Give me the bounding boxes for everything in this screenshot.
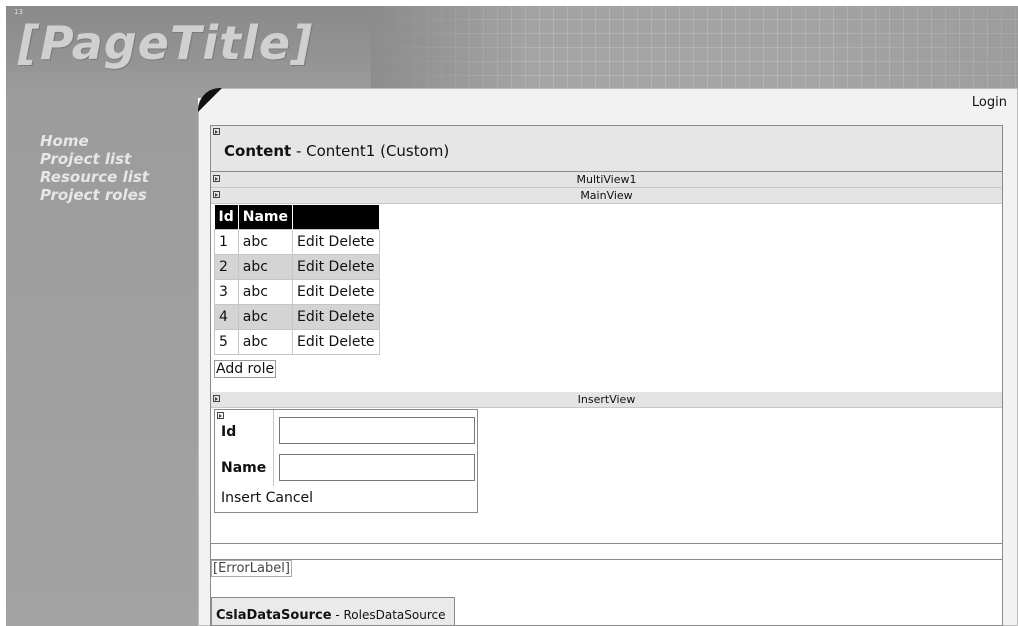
table-row: 5 abc Edit Delete <box>214 328 380 355</box>
nav-item-home[interactable]: Home <box>40 132 149 150</box>
cell-name: abc <box>237 228 293 255</box>
content-placeholder: Content - Content1 (Custom) MultiView1 M… <box>210 125 1003 626</box>
cell-name: abc <box>237 253 293 280</box>
grid-header-id[interactable]: Id <box>214 205 239 229</box>
divider <box>211 559 1002 560</box>
table-row: 4 abc Edit Delete <box>214 303 380 330</box>
mainview-bar: MainView <box>211 188 1002 204</box>
id-field[interactable] <box>279 417 475 444</box>
grid-header-name[interactable]: Name <box>238 205 293 229</box>
id-label: Id <box>221 424 237 440</box>
cell-actions[interactable]: Edit Delete <box>291 328 380 355</box>
content-header: Content - Content1 (Custom) <box>211 126 1002 172</box>
header-marker-icon: 13 <box>14 8 23 16</box>
error-label: [ErrorLabel] <box>211 560 292 577</box>
add-role-link[interactable]: Add role <box>214 360 277 378</box>
cell-id: 4 <box>214 303 239 330</box>
cell-actions[interactable]: Edit Delete <box>291 228 380 255</box>
insertview-label: InsertView <box>577 393 636 406</box>
insert-cancel-links[interactable]: Insert Cancel <box>221 490 313 506</box>
name-field[interactable] <box>279 454 475 481</box>
insertview-area: Id Name Insert Cancel <box>211 408 1002 528</box>
mainview-area: Id Name 1 abc Edit Delete 2 abc Edit Del… <box>211 204 1002 392</box>
form-divider <box>273 410 274 486</box>
divider <box>211 543 1002 544</box>
smart-tag-icon[interactable] <box>213 128 220 135</box>
insertview-bar: InsertView <box>211 392 1002 408</box>
nav-item-project-list[interactable]: Project list <box>40 150 149 168</box>
table-row: 3 abc Edit Delete <box>214 278 380 305</box>
roles-grid: Id Name 1 abc Edit Delete 2 abc Edit Del… <box>214 205 380 355</box>
mainview-label: MainView <box>580 189 633 202</box>
datasource-keyword: CslaDataSource <box>216 608 332 623</box>
insertview-smart-tag-icon[interactable] <box>213 395 220 402</box>
multiview-bar: MultiView1 <box>211 172 1002 188</box>
cell-id: 3 <box>214 278 239 305</box>
left-nav: Home Project list Resource list Project … <box>6 98 198 626</box>
nav-item-project-roles[interactable]: Project roles <box>40 186 149 204</box>
datasource-name: - RolesDataSource <box>331 608 446 622</box>
cell-id: 2 <box>214 253 239 280</box>
cell-id: 5 <box>214 328 239 355</box>
cell-actions[interactable]: Edit Delete <box>291 278 380 305</box>
content-label: Content - Content1 (Custom) <box>224 142 449 160</box>
csla-datasource[interactable]: CslaDataSource - RolesDataSource <box>211 597 455 626</box>
mainview-smart-tag-icon[interactable] <box>213 191 220 198</box>
nav-list: Home Project list Resource list Project … <box>40 132 149 204</box>
page-title: [PageTitle] <box>18 16 314 70</box>
table-row: 2 abc Edit Delete <box>214 253 380 280</box>
table-row: 1 abc Edit Delete <box>214 228 380 255</box>
grid-header-row: Id Name <box>214 205 380 229</box>
multiview-smart-tag-icon[interactable] <box>213 175 220 182</box>
cell-actions[interactable]: Edit Delete <box>291 253 380 280</box>
content-name: - Content1 (Custom) <box>291 142 450 160</box>
cell-name: abc <box>237 278 293 305</box>
cell-name: abc <box>237 328 293 355</box>
cell-name: abc <box>237 303 293 330</box>
page-header: 13 [PageTitle] <box>6 6 1018 98</box>
multiview-label: MultiView1 <box>576 173 637 186</box>
content-keyword: Content <box>224 142 292 160</box>
header-grid-pattern <box>371 6 1018 98</box>
cell-actions[interactable]: Edit Delete <box>291 303 380 330</box>
insert-form: Id Name Insert Cancel <box>214 409 478 513</box>
insert-form-smart-tag-icon[interactable] <box>217 412 224 419</box>
login-link[interactable]: Login <box>972 95 1007 110</box>
cell-id: 1 <box>214 228 239 255</box>
nav-item-resource-list[interactable]: Resource list <box>40 168 149 186</box>
grid-header-actions <box>292 205 380 229</box>
name-label: Name <box>221 460 267 476</box>
